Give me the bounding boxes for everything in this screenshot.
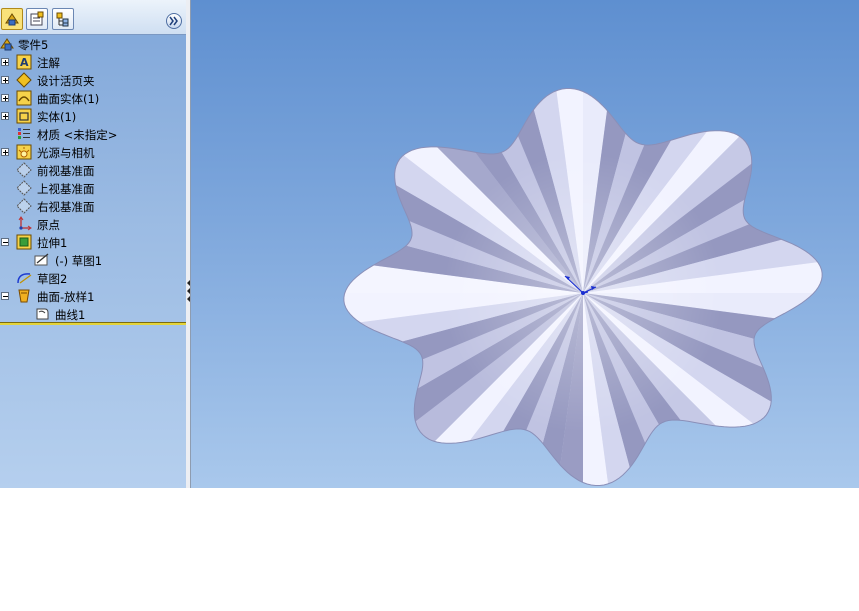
property-manager-tab[interactable] [26,8,48,30]
tree-item-label: 原点 [37,218,60,232]
feature-manager-icon [5,13,19,26]
surface-loft-icon [18,289,30,303]
extrude-icon [16,234,32,250]
tree-item-label: 拉伸1 [37,236,68,250]
feature-manager-tab[interactable] [1,8,23,30]
expand-plus-icon[interactable] [1,148,9,156]
rollback-bar[interactable] [0,322,186,325]
material-icon [18,128,30,139]
tree-item-label: 曲面实体(1) [37,92,100,106]
tree-item-label: (-) 草图1 [55,254,103,268]
expand-plus-icon[interactable] [1,58,9,66]
splitter-grip-icon [187,280,190,302]
surface-bodies-icon [16,90,32,106]
tree-item-label: 草图2 [37,272,68,286]
tree-item-label: 曲面-放样1 [37,290,95,304]
tree-item-label: 设计活页夹 [37,74,95,88]
wavy-surface-model[interactable] [191,0,859,488]
expand-plus-icon[interactable] [1,76,9,84]
lights-cameras-icon [16,144,32,160]
tree-item-label: 右视基准面 [37,200,95,214]
expand-panel-button[interactable] [166,13,182,29]
tree-item-label: 零件5 [18,38,49,52]
svg-text:A: A [20,56,29,69]
double-chevron-right-icon [169,16,178,26]
configuration-manager-tab[interactable] [52,8,74,30]
tree-item-label: 材质 <未指定> [37,128,118,142]
expand-plus-icon[interactable] [1,94,9,102]
collapse-minus-icon[interactable] [1,292,9,300]
origin-icon [18,216,32,231]
collapse-minus-icon[interactable] [1,238,9,246]
plane-icon [16,198,32,214]
plane-icon [16,162,32,178]
solidworks-window: 零件5 A 注解 设计活页夹 曲面实体(1) 实体(1) 材质 <未指定> 光源… [0,0,859,488]
manager-tab-bar [0,0,186,35]
sketch-icon [17,273,32,284]
sketch-icon [34,253,49,266]
tree-item-label: 上视基准面 [37,182,95,196]
curve-icon [36,308,49,320]
design-binder-icon [16,72,32,88]
tree-item-label: 注解 [37,56,60,70]
tree-item-label: 前视基准面 [37,164,95,178]
property-manager-icon [30,11,44,26]
tree-item-label: 曲线1 [55,308,86,322]
lofted-surface[interactable] [263,0,859,488]
surface-shading [343,88,823,486]
annotations-icon: A [16,54,32,70]
feature-manager-panel: 零件5 A 注解 设计活页夹 曲面实体(1) 实体(1) 材质 <未指定> 光源… [0,0,187,488]
part-icon [0,38,14,51]
expand-plus-icon[interactable] [1,112,9,120]
tree-item-label: 光源与相机 [37,146,95,160]
graphics-area[interactable] [191,0,859,488]
tree-item-label: 实体(1) [37,110,77,124]
solid-bodies-icon [16,108,32,124]
configuration-manager-icon [56,12,69,27]
plane-icon [16,180,32,196]
